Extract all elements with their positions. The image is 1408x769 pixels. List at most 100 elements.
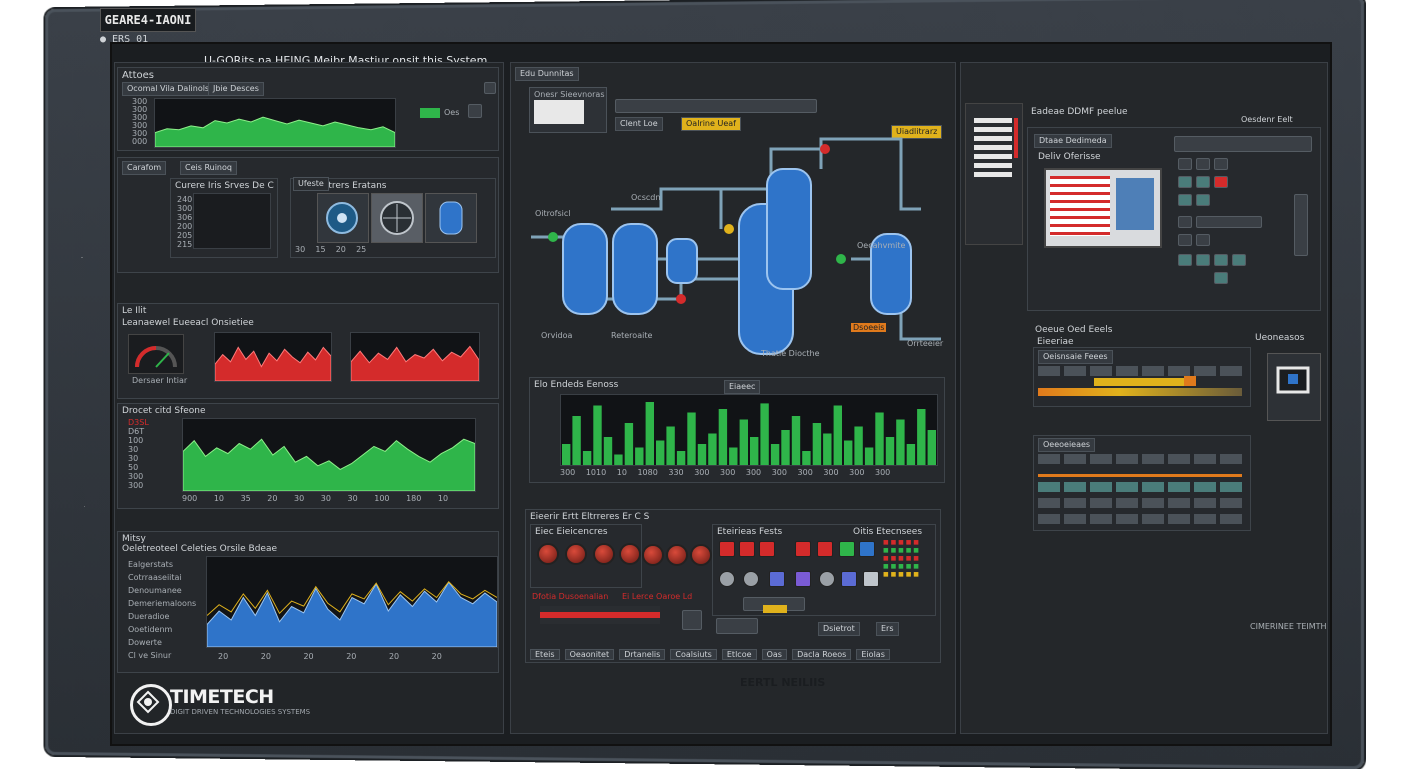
grid-button[interactable] xyxy=(1196,234,1210,246)
dial-button-1[interactable] xyxy=(719,571,735,587)
tick: 10 xyxy=(616,468,627,477)
chart-green-2 xyxy=(182,418,476,492)
tick: 30 xyxy=(347,494,358,503)
bar xyxy=(656,440,665,465)
tick: 10 xyxy=(437,494,449,503)
control-right-btn-2[interactable]: Ers xyxy=(876,622,899,636)
mode-button-3[interactable] xyxy=(841,571,857,587)
grid-side-buttons[interactable] xyxy=(1294,194,1308,256)
grid-button[interactable] xyxy=(1196,194,1210,206)
tick: 300 xyxy=(128,472,144,481)
alarm-button-3[interactable] xyxy=(759,541,775,557)
alarm-button-5[interactable] xyxy=(817,541,833,557)
alarm-button-1[interactable] xyxy=(719,541,735,557)
status-text: Oes xyxy=(444,108,460,117)
control-button-a[interactable] xyxy=(716,618,758,634)
tank-label-8: Orrteeier xyxy=(907,339,944,348)
tab-ocomal[interactable]: Ocomal Vila Dalinols xyxy=(122,82,215,96)
mode-button-1[interactable] xyxy=(769,571,785,587)
grid-button[interactable] xyxy=(1214,158,1228,170)
legend-item: Dueradioe xyxy=(128,612,170,621)
tick: 1080 xyxy=(637,468,658,477)
bar xyxy=(812,423,822,465)
p5-legend: Ealgerstats Cotrraaseiitai Denoumanee De… xyxy=(128,558,196,662)
sub-panel-grid: Curere Iris Srves De C 240 300 306 200 2… xyxy=(170,178,278,258)
tick: 20 xyxy=(431,652,442,661)
knob-2[interactable] xyxy=(565,543,587,565)
bar-chart xyxy=(560,394,938,466)
right-sub-tab[interactable]: Dtaae Dedimeda xyxy=(1034,134,1112,148)
dial-button-2[interactable] xyxy=(743,571,759,587)
knob-1[interactable] xyxy=(537,543,559,565)
knob-6[interactable] xyxy=(666,544,688,566)
grid-button[interactable] xyxy=(1196,254,1210,266)
bar xyxy=(593,405,602,465)
grid-button[interactable] xyxy=(1196,158,1210,170)
bezel-center-label: EERTL NEILIIS xyxy=(740,676,826,689)
area-series xyxy=(207,581,497,647)
ok-button-1[interactable] xyxy=(839,541,855,557)
alarm-button-2[interactable] xyxy=(739,541,755,557)
bottom-tab[interactable]: Eiolas xyxy=(856,649,890,660)
grid-button[interactable] xyxy=(1178,194,1192,206)
tick: 30 xyxy=(294,494,305,503)
tick: 300 xyxy=(797,468,813,477)
knob-4[interactable] xyxy=(619,543,641,565)
tick: 25 xyxy=(356,245,367,254)
tank-label-6: Dsoeeis xyxy=(851,323,887,332)
alarm-button-4[interactable] xyxy=(795,541,811,557)
settings-button[interactable] xyxy=(468,104,482,118)
bar xyxy=(750,437,759,465)
knob-5[interactable] xyxy=(642,544,664,566)
gantt-tab-1[interactable]: Oeisnsaie Feees xyxy=(1038,350,1113,364)
mode-button-2[interactable] xyxy=(795,571,811,587)
alarm-label-2: Ei Lerce Oaroe Ld xyxy=(622,592,693,601)
bottom-tab[interactable]: Drtanelis xyxy=(619,649,666,660)
grid-button[interactable] xyxy=(1178,216,1192,228)
tab-ceis[interactable]: Ceis Ruinoq xyxy=(180,161,237,175)
grid-button[interactable] xyxy=(1178,234,1192,246)
tick: D3SL xyxy=(128,418,149,427)
legend-item: Demeriemaloons xyxy=(128,599,197,608)
control-right-btn-1[interactable]: Dsietrot xyxy=(818,622,860,636)
bar-panel-tab[interactable]: Eiaeec xyxy=(724,380,761,394)
bottom-tab[interactable]: Oeaonitet xyxy=(564,649,615,660)
bottom-tab[interactable]: Oas xyxy=(761,649,787,660)
bottom-tab[interactable]: Coalsiuts xyxy=(670,649,717,660)
tab-carafom[interactable]: Carafom xyxy=(122,161,167,175)
status-indicator-green xyxy=(420,108,440,118)
bottom-tab[interactable]: Etlcoe xyxy=(721,649,757,660)
tab-ufeste[interactable]: Ufeste xyxy=(293,177,329,191)
bottom-tab[interactable]: Dacla Roeos xyxy=(792,649,852,660)
panel-red-trends: Le Ilit Leanaewel Eueeacl Onsietiee Ders… xyxy=(117,303,499,399)
fan-icon xyxy=(380,201,414,235)
gantt-tab-2[interactable]: Oeeoeieaes xyxy=(1038,438,1096,452)
info-button-1[interactable] xyxy=(859,541,875,557)
gantt-bar-orange xyxy=(1184,376,1196,386)
grid-button[interactable] xyxy=(1214,254,1228,266)
alarm-label-1: Dfotia Dusoenalian xyxy=(532,592,609,601)
grid-button[interactable] xyxy=(1232,254,1246,266)
refresh-icon[interactable] xyxy=(484,82,496,94)
knob-7[interactable] xyxy=(690,544,712,566)
valve-toggle[interactable] xyxy=(682,610,702,630)
grid-field[interactable] xyxy=(1196,216,1262,228)
grid-button[interactable] xyxy=(1214,272,1228,284)
bottom-tab[interactable]: Eteis xyxy=(530,649,560,660)
brand-logo-text: TIMETECH xyxy=(170,686,274,708)
bar xyxy=(875,412,884,465)
grid-button[interactable] xyxy=(1178,254,1192,266)
mode-button-4[interactable] xyxy=(863,571,879,587)
grid-button[interactable] xyxy=(1178,176,1192,188)
knob-3[interactable] xyxy=(593,543,615,565)
tab-jbie[interactable]: Jbie Desces xyxy=(208,82,264,96)
dial-button-3[interactable] xyxy=(819,571,835,587)
grid-button[interactable] xyxy=(1178,158,1192,170)
bar xyxy=(624,423,634,465)
tab-center-header[interactable]: Edu Dunnitas xyxy=(515,67,579,81)
bar xyxy=(906,444,916,465)
tick: 20 xyxy=(335,245,346,254)
embedded-window xyxy=(1044,168,1162,248)
grid-button-alarm[interactable] xyxy=(1214,176,1228,188)
grid-button[interactable] xyxy=(1196,176,1210,188)
